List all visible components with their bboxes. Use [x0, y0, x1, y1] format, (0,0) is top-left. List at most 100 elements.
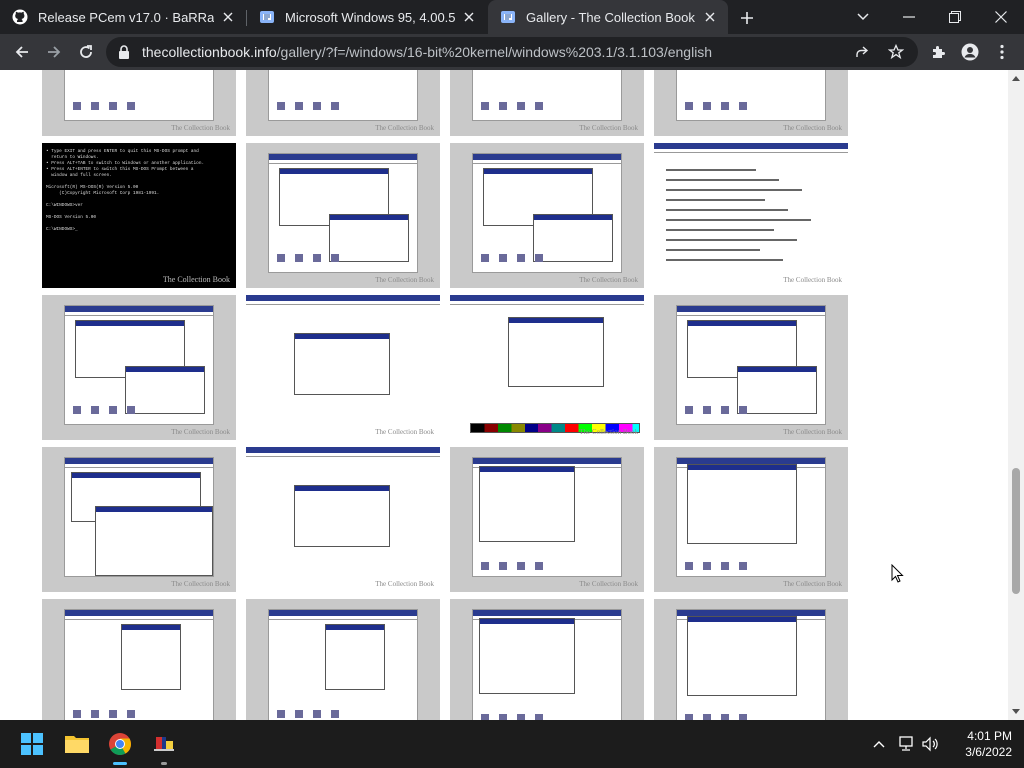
bookmark-star-icon[interactable] — [886, 42, 906, 62]
screenshot-window — [737, 366, 817, 414]
screenshot-window-titlebar — [534, 215, 612, 220]
chevron-up-icon[interactable] — [869, 734, 889, 754]
text-line — [666, 239, 797, 241]
screenshot-group-icon — [313, 254, 321, 262]
windows-screenshot — [64, 457, 214, 577]
file-explorer-icon[interactable] — [61, 728, 93, 760]
chrome-icon[interactable] — [104, 728, 136, 760]
screenshot-menubar — [246, 453, 440, 457]
collection-book-watermark: The Collection Book — [375, 124, 434, 132]
screenshot-window — [533, 214, 613, 262]
scroll-up-icon[interactable] — [1012, 74, 1020, 82]
gallery-thumbnail[interactable]: The Collection Book — [450, 143, 644, 288]
close-icon[interactable] — [461, 9, 477, 25]
screenshot-menubar — [450, 301, 644, 305]
close-icon[interactable] — [702, 9, 718, 25]
tab-pcem-release[interactable]: Release PCem v17.0 · BaRRaKudaRa… — [0, 0, 246, 34]
volume-icon[interactable] — [920, 734, 940, 754]
gallery-thumbnail[interactable]: The Collection Book — [450, 70, 644, 136]
scrollbar-thumb[interactable] — [1012, 468, 1020, 594]
collection-book-watermark: The Collection Book — [171, 580, 230, 588]
windows-screenshot — [246, 447, 440, 592]
url-text: thecollectionbook.info/gallery/?f=/windo… — [142, 44, 712, 60]
gallery-thumbnail[interactable]: The Collection Book — [450, 295, 644, 440]
gallery-thumbnail[interactable]: The Collection Book — [654, 143, 848, 288]
collection-book-watermark: The Collection Book — [783, 428, 842, 436]
screenshot-window — [479, 618, 575, 694]
url-path: /gallery/?f=/windows/16-bit%20kernel/win… — [276, 44, 713, 60]
gallery-thumbnail[interactable]: The Collection Book — [654, 295, 848, 440]
screenshot-menubar — [65, 616, 213, 620]
screenshot-group-icon — [109, 406, 117, 414]
screenshot-group-icon — [739, 562, 747, 570]
gallery-thumbnail[interactable]: The Collection Book — [450, 447, 644, 592]
screenshot-group-icon — [481, 102, 489, 110]
tab-gallery[interactable]: Gallery - The Collection Book — [488, 0, 728, 34]
screenshot-group-icon — [535, 102, 543, 110]
screenshot-group-icon — [517, 102, 525, 110]
screenshot-window — [294, 333, 390, 395]
collection-book-watermark: The Collection Book — [783, 580, 842, 588]
tab-title: Release PCem v17.0 · BaRRaKudaRa… — [38, 9, 214, 25]
github-icon — [12, 9, 28, 25]
gallery-thumbnail[interactable]: The Collection Book — [654, 447, 848, 592]
reload-button[interactable] — [72, 38, 100, 66]
screenshot-group-icon — [481, 562, 489, 570]
screenshot-window-titlebar — [96, 507, 212, 512]
tab-title: Microsoft Windows 95, 4.00.58s - — [285, 9, 455, 25]
windows-screenshot — [472, 457, 622, 577]
lock-icon[interactable] — [116, 44, 132, 60]
back-button[interactable] — [8, 38, 36, 66]
windows-screenshot — [676, 70, 826, 121]
minimize-button[interactable] — [886, 0, 932, 34]
screenshot-window-titlebar — [326, 625, 384, 630]
screenshot-group-icon — [721, 406, 729, 414]
system-clock[interactable]: 4:01 PM 3/6/2022 — [948, 728, 1012, 760]
gallery-thumbnail[interactable]: The Collection Book — [450, 599, 644, 720]
close-icon[interactable] — [220, 9, 236, 25]
network-icon[interactable] — [896, 734, 916, 754]
new-tab-button[interactable] — [736, 7, 758, 29]
tab-windows-95[interactable]: Microsoft Windows 95, 4.00.58s - — [247, 0, 487, 34]
screenshot-group-icon — [331, 710, 339, 718]
gallery-thumbnail[interactable]: The Collection Book — [42, 70, 236, 136]
collection-book-watermark: The Collection Book — [579, 580, 638, 588]
windows-screenshot — [64, 609, 214, 720]
address-bar[interactable]: thecollectionbook.info/gallery/?f=/windo… — [106, 37, 918, 67]
gallery-thumbnail[interactable]: The Collection Book — [246, 70, 440, 136]
screenshot-group-icon — [127, 406, 135, 414]
screenshot-menubar — [269, 160, 417, 164]
gallery-thumbnail[interactable]: The Collection Book — [246, 143, 440, 288]
extensions-icon[interactable] — [924, 38, 952, 66]
tab-search-button[interactable] — [840, 0, 886, 34]
gallery-thumbnail[interactable]: The Collection Book — [246, 295, 440, 440]
windows-screenshot — [472, 153, 622, 273]
close-window-button[interactable] — [978, 0, 1024, 34]
forward-button[interactable] — [40, 38, 68, 66]
screenshot-group-icon — [313, 710, 321, 718]
gallery-thumbnail[interactable]: The Collection Book — [42, 599, 236, 720]
screenshot-group-icon — [277, 254, 285, 262]
page-scrollbar[interactable] — [1008, 70, 1024, 720]
screenshot-group-icon — [703, 102, 711, 110]
gallery-thumbnail[interactable]: The Collection Book — [246, 447, 440, 592]
screenshot-group-icon — [499, 102, 507, 110]
gallery-thumbnail[interactable]: The Collection Book — [246, 599, 440, 720]
menu-kebab-icon[interactable] — [988, 38, 1016, 66]
restore-button[interactable] — [932, 0, 978, 34]
screenshot-group-icon — [685, 102, 693, 110]
scroll-down-icon[interactable] — [1012, 708, 1020, 716]
windows-start-icon[interactable] — [16, 728, 48, 760]
profile-icon[interactable] — [956, 38, 984, 66]
screenshot-menubar — [677, 312, 825, 316]
share-icon[interactable] — [852, 42, 872, 62]
screenshot-window-titlebar — [688, 321, 796, 326]
gallery-thumbnail[interactable]: The Collection Book — [654, 70, 848, 136]
text-line — [666, 199, 765, 201]
gallery-thumbnail[interactable]: • Type EXIT and press ENTER to quit this… — [42, 143, 236, 288]
gallery-thumbnail[interactable]: The Collection Book — [654, 599, 848, 720]
pcem-icon[interactable] — [148, 728, 180, 760]
gallery-thumbnail[interactable]: The Collection Book — [42, 447, 236, 592]
gallery-thumbnail[interactable]: The Collection Book — [42, 295, 236, 440]
tab-strip: Release PCem v17.0 · BaRRaKudaRa… Micros… — [0, 0, 1024, 34]
